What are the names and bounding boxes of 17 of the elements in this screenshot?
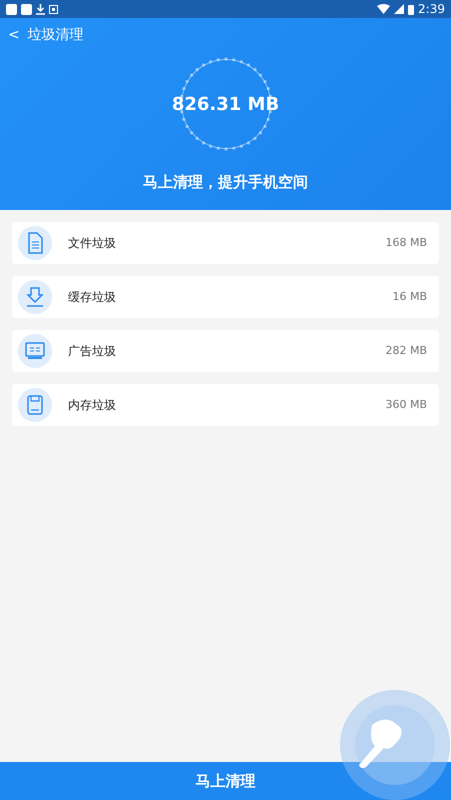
item-size: 360 MB — [385, 396, 427, 413]
clock: 2:39 — [418, 1, 445, 18]
junk-item[interactable]: 广告垃圾 282 MB — [12, 330, 439, 372]
junk-item[interactable]: 文件垃圾 168 MB — [12, 222, 439, 264]
page-title: 垃圾清理 — [28, 26, 84, 44]
subtitle: 马上清理，提升手机空间 — [143, 173, 308, 191]
item-size: 282 MB — [385, 342, 427, 359]
item-size: 16 MB — [392, 288, 427, 305]
junk-total: 826.31 MB — [172, 92, 280, 116]
junk-item[interactable]: 缓存垃圾 16 MB — [12, 276, 439, 318]
clean-button[interactable]: 马上清理 — [0, 762, 451, 800]
item-label: 缓存垃圾 — [68, 289, 116, 306]
junk-item[interactable]: 内存垃圾 360 MB — [12, 384, 439, 426]
item-label: 文件垃圾 — [68, 235, 116, 252]
item-label: 广告垃圾 — [68, 343, 116, 360]
item-label: 内存垃圾 — [68, 397, 116, 414]
item-size: 168 MB — [385, 234, 427, 251]
